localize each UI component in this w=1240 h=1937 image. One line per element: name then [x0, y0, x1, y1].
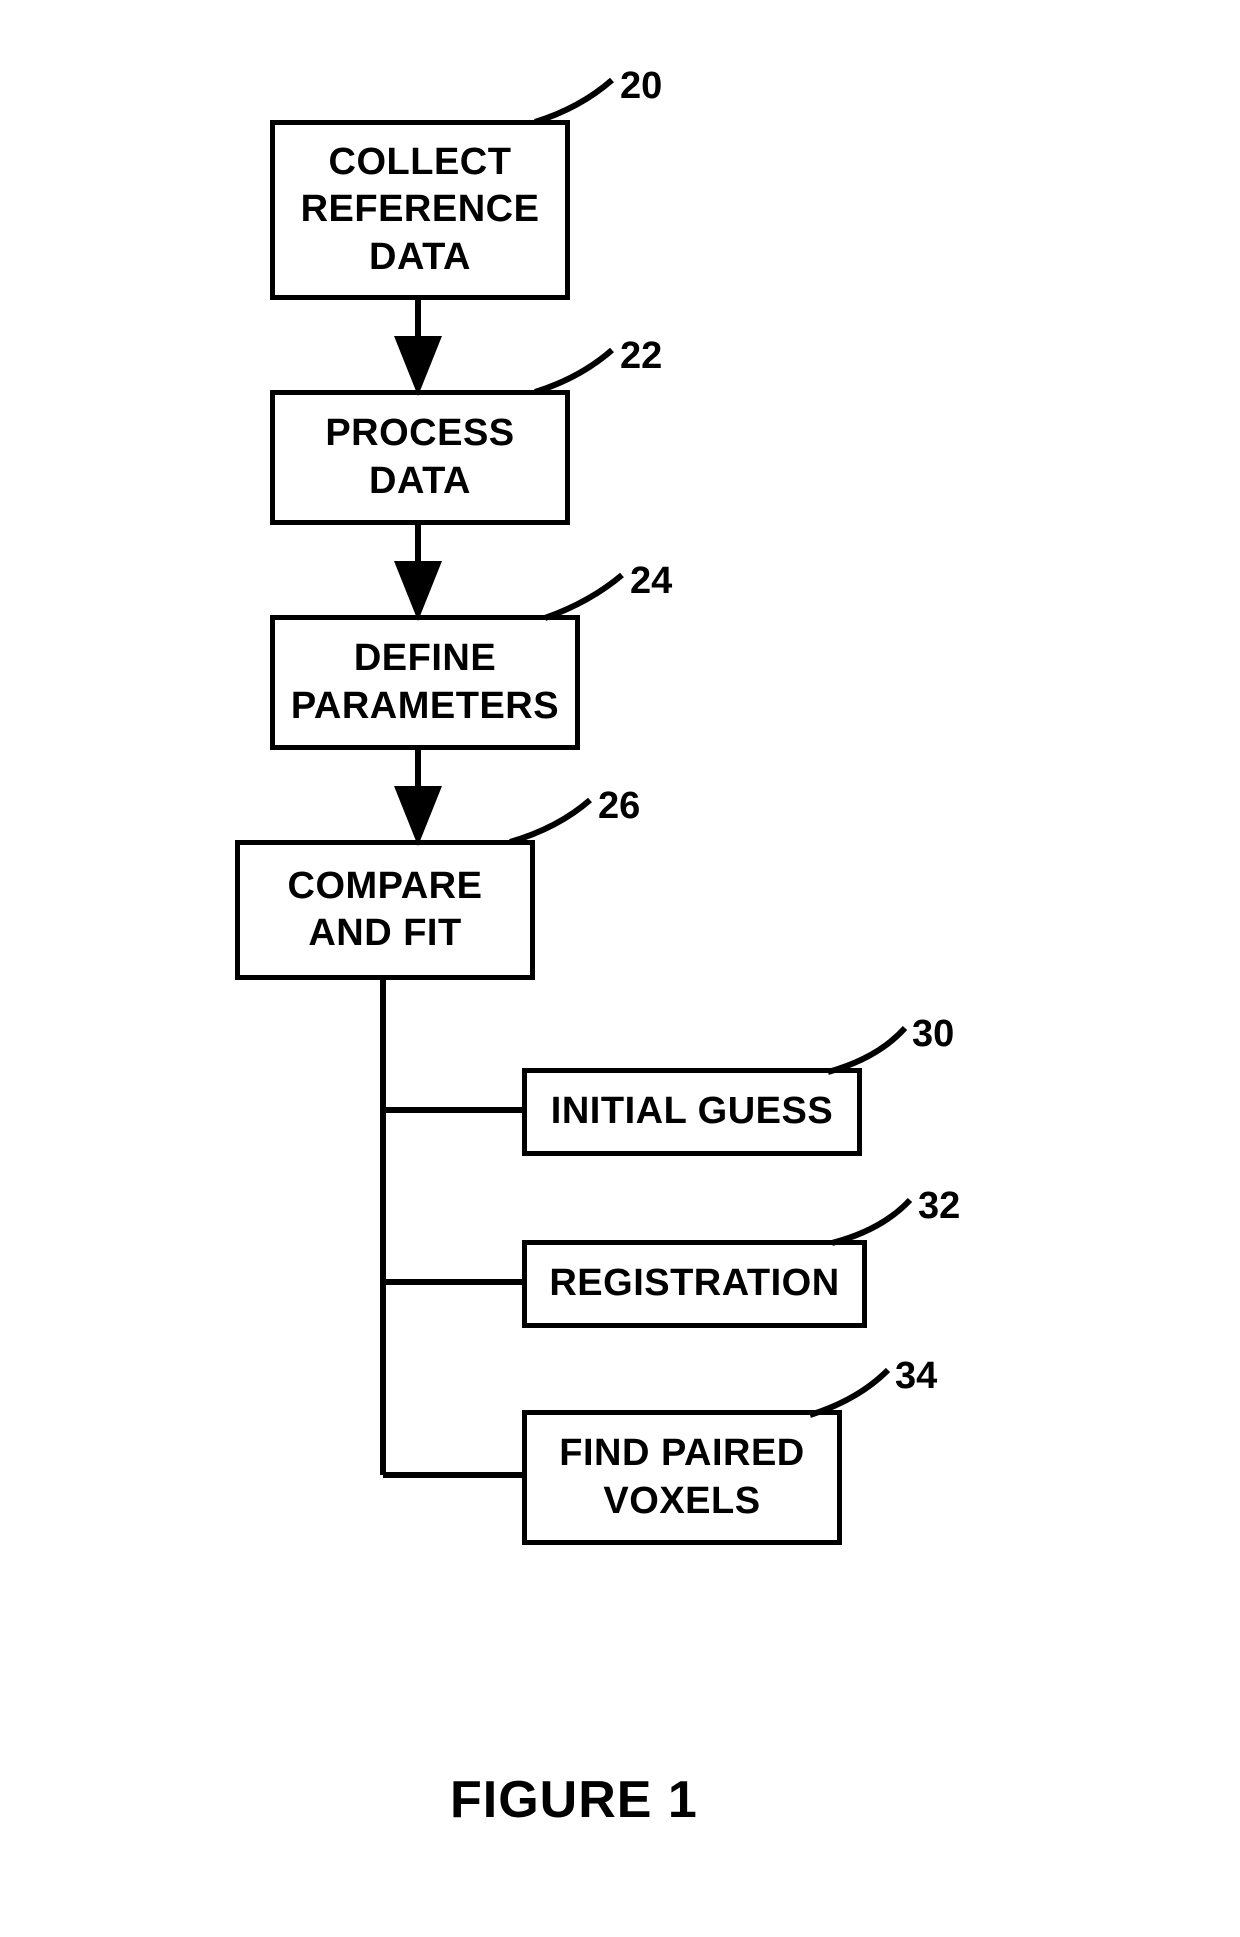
- box-text-line: PARAMETERS: [291, 683, 559, 731]
- box-text-line: FIND PAIRED: [559, 1430, 804, 1478]
- connector-lines: [0, 0, 1240, 1937]
- box-registration: REGISTRATION: [522, 1240, 867, 1328]
- ref-label-32: 32: [918, 1185, 960, 1228]
- ref-label-24: 24: [630, 560, 672, 603]
- ref-label-20: 20: [620, 65, 662, 108]
- ref-label-30: 30: [912, 1013, 954, 1056]
- box-text-line: PROCESS: [325, 410, 514, 458]
- box-collect-reference-data: COLLECT REFERENCE DATA: [270, 120, 570, 300]
- box-text-line: REFERENCE: [301, 186, 540, 234]
- box-compare-and-fit: COMPARE AND FIT: [235, 840, 535, 980]
- box-text-line: COLLECT: [329, 139, 512, 187]
- box-initial-guess: INITIAL GUESS: [522, 1068, 862, 1156]
- box-text-line: DATA: [369, 234, 471, 282]
- box-text-line: AND FIT: [308, 910, 461, 958]
- box-find-paired-voxels: FIND PAIRED VOXELS: [522, 1410, 842, 1545]
- box-text-line: COMPARE: [288, 863, 483, 911]
- box-text-line: DEFINE: [354, 635, 496, 683]
- ref-label-26: 26: [598, 785, 640, 828]
- box-define-parameters: DEFINE PARAMETERS: [270, 615, 580, 750]
- figure-caption: FIGURE 1: [450, 1770, 698, 1830]
- box-text-line: INITIAL GUESS: [551, 1088, 833, 1136]
- box-text-line: DATA: [369, 458, 471, 506]
- ref-label-22: 22: [620, 335, 662, 378]
- box-text-line: REGISTRATION: [549, 1260, 839, 1308]
- box-text-line: VOXELS: [603, 1478, 760, 1526]
- ref-label-34: 34: [895, 1355, 937, 1398]
- box-process-data: PROCESS DATA: [270, 390, 570, 525]
